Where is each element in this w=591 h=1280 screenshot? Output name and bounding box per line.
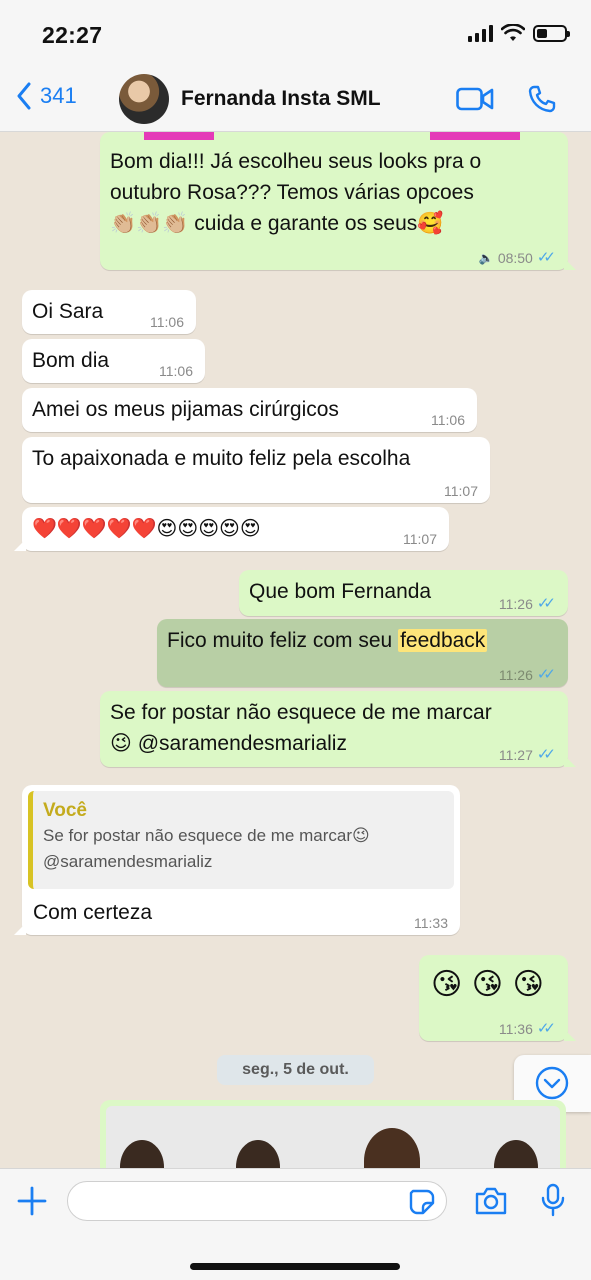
outgoing-message[interactable]: 😘 😘 😘 11:36 ✓✓	[419, 955, 576, 1041]
video-call-icon	[456, 87, 494, 111]
hearts-emoji-text: ❤️❤️❤️❤️❤️😍😍😍😍😍	[32, 516, 261, 540]
message-time: 11:07	[444, 483, 478, 499]
avatar[interactable]	[119, 74, 169, 124]
megaphone-icon: 🔈	[478, 251, 494, 265]
smiling-hearts-emoji: 🥰	[417, 211, 444, 235]
message-text-line: 👏🏼👏🏼👏🏼 cuida e garante os seus🥰	[110, 208, 558, 239]
camera-icon	[475, 1187, 507, 1215]
message-meta: 11:33	[414, 915, 448, 931]
message-meta: 11:06	[431, 412, 465, 428]
message-time: 08:50	[497, 250, 533, 266]
message-text: Bom dia!!! Já escolheu seus looks pra o	[110, 150, 482, 173]
kiss-emoji-text: 😘 😘 😘	[431, 967, 544, 1002]
back-chevron-icon	[17, 82, 31, 110]
message-time: 11:33	[414, 915, 448, 931]
quote-text: Se for postar não esquece de me marcar😉	[43, 826, 370, 845]
double-tick-icon: ✓✓	[536, 666, 556, 683]
message-time: 11:27	[498, 747, 533, 763]
chevron-down-icon	[535, 1066, 569, 1100]
incoming-message[interactable]: Amei os meus pijamas cirúrgicos 11:06	[22, 388, 477, 432]
camera-button[interactable]	[474, 1186, 508, 1221]
home-indicator	[190, 1263, 400, 1270]
chat-area[interactable]: Bom dia!!! Já escolheu seus looks pra o …	[0, 132, 591, 1168]
plus-icon	[17, 1186, 47, 1216]
clapping-emoji: 👏🏼👏🏼👏🏼	[110, 211, 189, 235]
image-fragment	[144, 132, 214, 140]
message-meta: 11:36 ✓✓	[498, 1020, 556, 1038]
message-text: @saramendesmarializ	[131, 732, 347, 755]
quote-author: Você	[43, 800, 88, 821]
wink-emoji: 😉	[110, 731, 132, 755]
input-bar	[0, 1168, 591, 1280]
message-text: Bom dia	[32, 349, 110, 372]
message-text: To apaixonada e muito feliz pela escolha	[32, 447, 411, 470]
message-meta: 11:26 ✓✓	[498, 666, 556, 684]
message-text-line: 😉 @saramendesmarializ	[110, 728, 558, 759]
message-text: cuida e garante os seus	[188, 212, 418, 235]
incoming-message[interactable]: To apaixonada e muito feliz pela escolha…	[22, 437, 490, 503]
double-tick-icon: ✓✓	[536, 1020, 556, 1037]
message-meta: 11:07	[403, 531, 437, 547]
outgoing-message[interactable]: Bom dia!!! Já escolheu seus looks pra o …	[100, 132, 576, 270]
status-bar: 22:27	[0, 0, 591, 66]
battery-icon	[533, 24, 570, 42]
double-tick-icon: ✓✓	[536, 746, 556, 763]
message-meta: 🔈 08:50 ✓✓	[478, 249, 556, 267]
wifi-icon	[501, 24, 525, 41]
outgoing-message-selected[interactable]: Fico muito feliz com seu feedback 11:26 …	[157, 619, 568, 687]
sticker-icon	[409, 1189, 435, 1215]
back-button[interactable]: 341	[16, 82, 77, 110]
message-text: Com certeza	[33, 901, 153, 924]
incoming-message[interactable]: ❤️❤️❤️❤️❤️😍😍😍😍😍 11:07	[14, 507, 449, 551]
message-meta: 11:07	[444, 483, 478, 499]
message-text: outubro Rosa??? Temos várias opcoes	[110, 181, 474, 204]
message-time: 11:06	[431, 412, 465, 428]
unread-count: 341	[40, 83, 77, 108]
message-time: 11:26	[498, 667, 533, 683]
double-tick-icon: ✓✓	[536, 249, 556, 266]
highlighted-word: feedback	[398, 629, 488, 652]
image-message[interactable]	[100, 1100, 566, 1168]
incoming-reply-message[interactable]: Você Se for postar não esquece de me mar…	[14, 785, 460, 935]
message-text: Que bom Fernanda	[249, 580, 432, 603]
message-text: Oi Sara	[32, 300, 104, 323]
message-time: 11:36	[498, 1021, 533, 1037]
microphone-icon	[541, 1183, 565, 1217]
message-text: Se for postar não esquece de me marcar	[110, 701, 492, 724]
message-time: 11:06	[150, 314, 184, 330]
message-input[interactable]	[67, 1181, 447, 1221]
message-time: 11:06	[159, 363, 193, 379]
date-separator: seg., 5 de out.	[217, 1055, 374, 1085]
message-text: Fico muito feliz com seu	[167, 629, 399, 652]
message-time: 11:07	[403, 531, 437, 547]
attach-button[interactable]	[16, 1185, 48, 1222]
status-icons	[468, 24, 570, 42]
incoming-message[interactable]: Oi Sara 11:06	[22, 290, 196, 334]
incoming-message[interactable]: Bom dia 11:06	[22, 339, 205, 383]
double-tick-icon: ✓✓	[536, 595, 556, 612]
outgoing-message[interactable]: Se for postar não esquece de me marcar 😉…	[100, 691, 576, 767]
quote-text: @saramendesmarializ	[43, 852, 213, 871]
microphone-button[interactable]	[540, 1183, 566, 1222]
message-meta: 11:06	[150, 314, 184, 330]
video-call-button[interactable]	[456, 87, 494, 116]
phone-icon	[528, 85, 556, 113]
voice-call-button[interactable]	[527, 84, 557, 119]
contact-name[interactable]: Fernanda Insta SML	[181, 87, 381, 111]
quoted-message[interactable]: Você Se for postar não esquece de me mar…	[28, 791, 454, 889]
message-meta: 11:27 ✓✓	[498, 746, 556, 764]
sticker-button[interactable]	[409, 1189, 435, 1220]
image-fragment	[430, 132, 520, 140]
message-text: Amei os meus pijamas cirúrgicos	[32, 398, 339, 421]
chat-header: 341 Fernanda Insta SML	[0, 66, 591, 132]
message-meta: 11:06	[159, 363, 193, 379]
message-time: 11:26	[498, 596, 533, 612]
outgoing-message[interactable]: Que bom Fernanda 11:26 ✓✓	[239, 570, 568, 616]
cellular-signal-icon	[468, 24, 493, 42]
photo[interactable]	[106, 1106, 560, 1168]
status-time: 22:27	[42, 22, 103, 48]
message-meta: 11:26 ✓✓	[498, 595, 556, 613]
